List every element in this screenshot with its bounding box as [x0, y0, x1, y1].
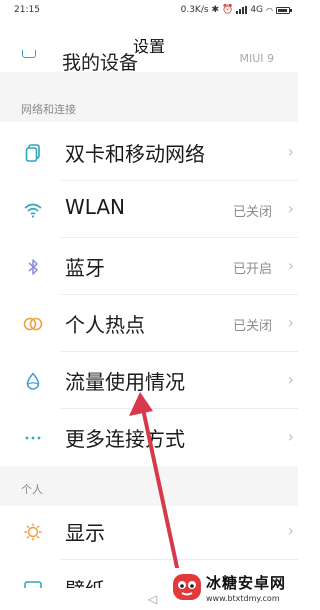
settings-row-data-usage[interactable]: 流量使用情况 › — [0, 352, 298, 409]
chevron-right-icon: › — [287, 199, 294, 218]
wifi-status-icon: ◠ — [266, 5, 273, 15]
row-label: 个人热点 — [65, 313, 145, 337]
status-bar: 21:15 0.3K/s ✱ ⏰ 4G ◠ — [0, 0, 298, 22]
sun-icon — [23, 522, 43, 542]
settings-row-wlan[interactable]: WLAN 已关闭 › — [0, 181, 298, 238]
status-icons: 0.3K/s ✱ ⏰ 4G ◠ — [180, 5, 292, 15]
settings-row-display[interactable]: 显示 › — [0, 503, 298, 560]
row-label: 流量使用情况 — [65, 370, 185, 394]
hotspot-icon — [23, 314, 43, 334]
watermark-url: www.btxtdmy.com — [206, 594, 280, 603]
chevron-right-icon: › — [287, 142, 294, 161]
row-label: WLAN — [65, 195, 126, 219]
row-value: 已开启 — [232, 262, 272, 277]
chevron-right-icon: › — [287, 521, 294, 540]
settings-row-more-connections[interactable]: 更多连接方式 › — [0, 409, 298, 466]
settings-row-hotspot[interactable]: 个人热点 已关闭 › — [0, 295, 298, 352]
chevron-right-icon: › — [287, 256, 294, 275]
chevron-right-icon: › — [287, 313, 294, 332]
section-header-personal: 个人 — [21, 483, 43, 496]
data-usage-icon — [23, 371, 43, 391]
bluetooth-status-icon: ✱ — [211, 5, 220, 15]
site-watermark: 冰糖安卓网 www.btxtdmy.com — [168, 568, 296, 608]
bluetooth-icon — [23, 257, 43, 277]
battery-icon — [276, 6, 292, 14]
wifi-icon — [23, 200, 43, 220]
status-time: 21:15 — [14, 5, 40, 15]
sim-card-icon — [23, 143, 43, 163]
row-value: 已关闭 — [232, 205, 272, 220]
row-value: 已关闭 — [232, 319, 272, 334]
chevron-right-icon: › — [287, 427, 294, 446]
row-label: 双卡和移动网络 — [65, 142, 205, 166]
section-header-network: 网络和连接 — [21, 103, 76, 116]
row-label: 显示 — [65, 521, 105, 545]
network-type: 4G — [250, 5, 264, 15]
network-speed: 0.3K/s — [180, 5, 209, 15]
section-gap — [0, 466, 298, 506]
alarm-icon: ⏰ — [222, 5, 234, 15]
my-device-row[interactable]: 我的设备 MIUI 9 — [0, 50, 298, 72]
chevron-right-icon: › — [287, 370, 294, 389]
row-label: 更多连接方式 — [65, 427, 185, 451]
back-nav-icon[interactable]: ◁ — [148, 592, 157, 606]
watermark-title: 冰糖安卓网 — [206, 574, 287, 592]
settings-row-bluetooth[interactable]: 蓝牙 已开启 › — [0, 238, 298, 295]
more-dots-icon — [23, 428, 43, 448]
watermark-logo-icon — [173, 574, 201, 600]
signal-icon — [236, 6, 248, 14]
row-label: 蓝牙 — [65, 256, 105, 280]
my-device-label: 我的设备 — [62, 52, 139, 72]
settings-row-dual-sim[interactable]: 双卡和移动网络 › — [0, 124, 298, 181]
my-device-value: MIUI 9 — [239, 52, 274, 65]
device-icon — [22, 50, 36, 58]
